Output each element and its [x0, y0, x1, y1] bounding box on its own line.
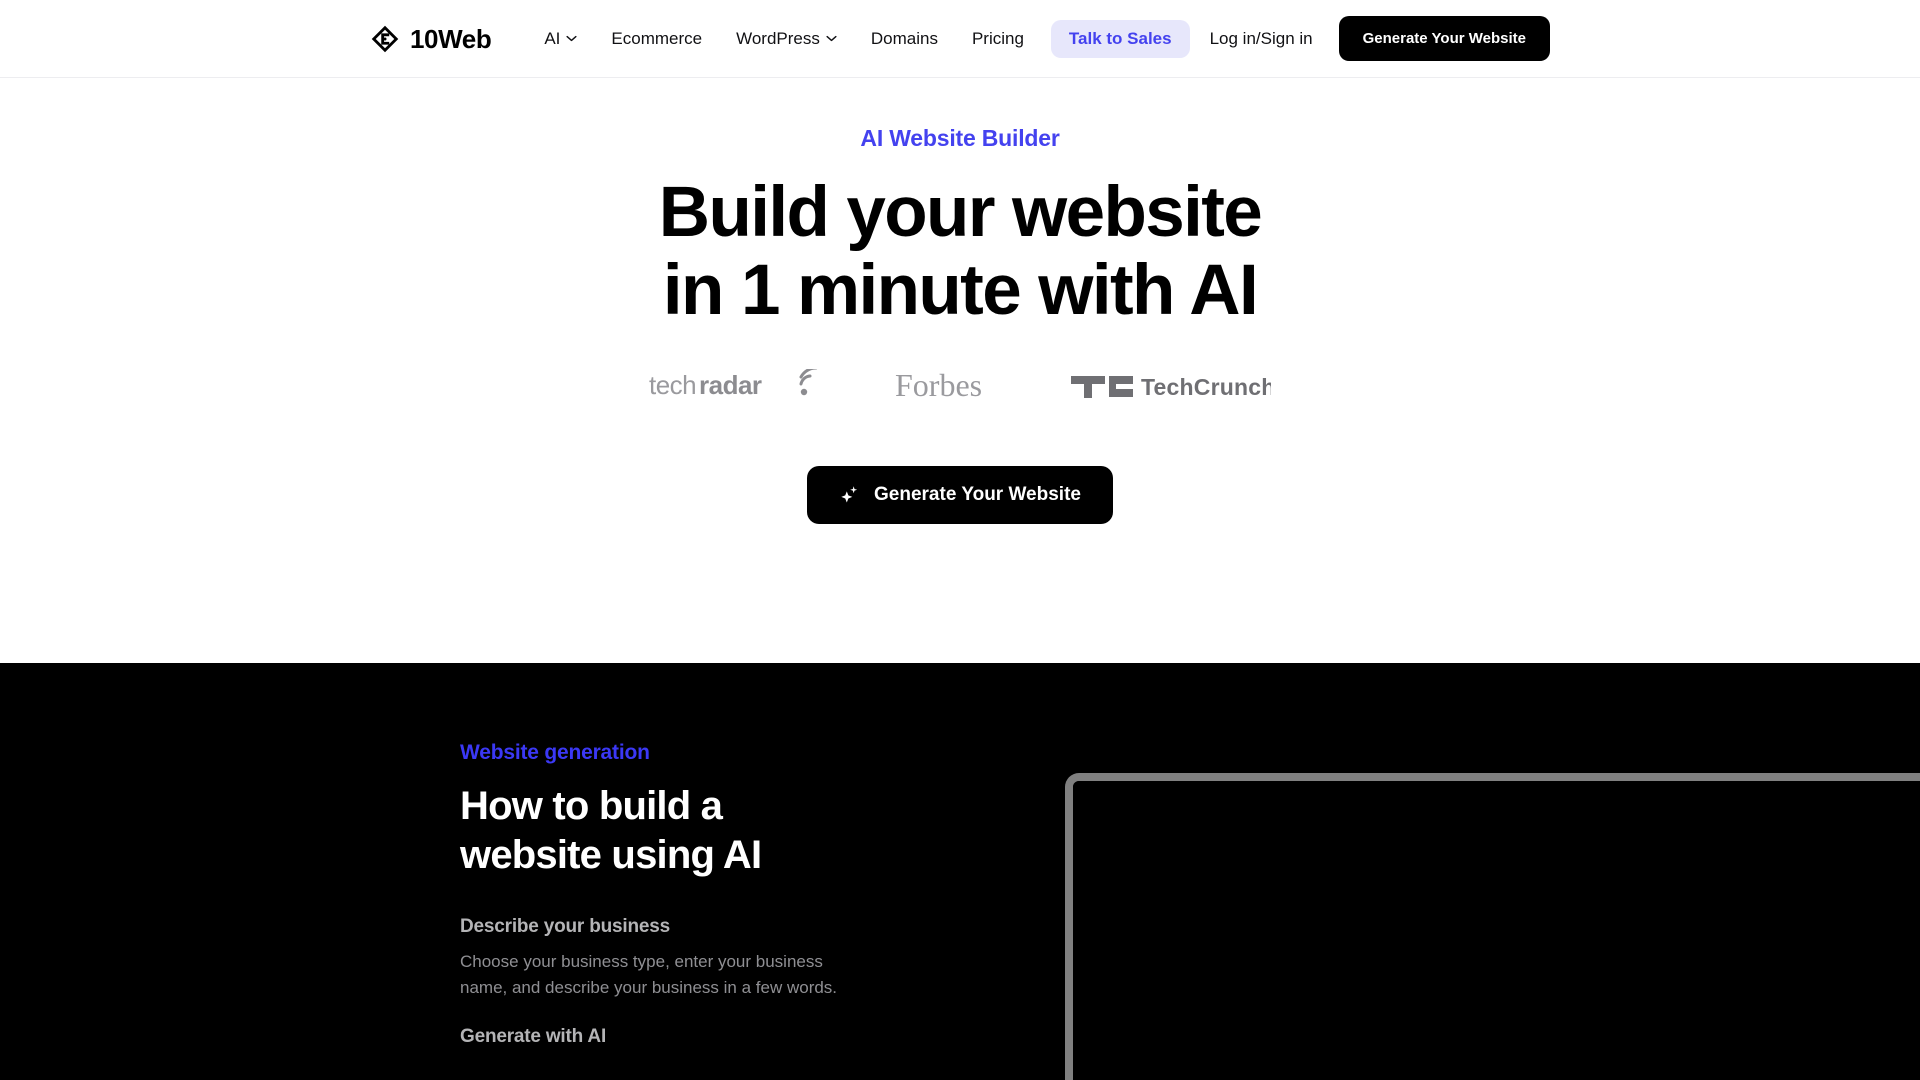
forbes-logo-icon: Forbes — [895, 368, 982, 403]
nav-item-label: Ecommerce — [611, 28, 703, 48]
step-title: Generate with AI — [460, 1026, 607, 1048]
hero-section: AI Website Builder Build your website in… — [0, 78, 1920, 663]
hero-title-line-1: Build your website — [658, 173, 1263, 252]
hero-title-line-2: in 1 minute with AI — [662, 251, 1259, 331]
svg-text:Forbes: Forbes — [895, 368, 982, 403]
nav-item-ecommerce[interactable]: Ecommerce — [594, 20, 719, 58]
step-title: Describe your business — [460, 916, 670, 938]
section-copy: Website generation How to build a websit… — [0, 663, 1060, 1048]
hero-generate-website-button[interactable]: Generate Your Website — [807, 466, 1113, 525]
nav-item-label: WordPress — [736, 28, 820, 48]
diamond-logo-icon — [371, 25, 399, 52]
hero-cta-label: Generate Your Website — [874, 484, 1081, 506]
nav-item-pricing[interactable]: Pricing — [955, 20, 1041, 58]
techradar-logo-icon: tech radar — [649, 369, 818, 400]
nav-item-label: AI — [544, 28, 561, 48]
svg-text:tech: tech — [649, 370, 696, 400]
nav-item-ai[interactable]: AI — [527, 20, 594, 58]
chevron-down-icon — [566, 35, 577, 42]
main-nav: AI Ecommerce WordPress Domains Pricing T… — [527, 19, 1190, 58]
step-item[interactable]: Generate with AI — [460, 1026, 1060, 1048]
step-description: Choose your business type, enter your bu… — [460, 952, 838, 997]
sparkle-icon — [841, 486, 858, 503]
header-generate-website-button[interactable]: Generate Your Website — [1338, 16, 1550, 61]
techcrunch-logo-icon: TechCrunch — [1071, 374, 1271, 400]
header-actions: Log in/Sign in Generate Your Website — [1210, 16, 1550, 61]
brand-logo-link[interactable]: 10Web — [370, 23, 492, 54]
demo-video-panel[interactable] — [1065, 773, 1920, 1080]
nav-item-label: Pricing — [971, 28, 1024, 48]
demo-video-screen — [1073, 781, 1920, 1080]
svg-text:TechCrunch: TechCrunch — [1141, 374, 1271, 400]
talk-to-sales-button[interactable]: Talk to Sales — [1050, 19, 1190, 58]
talk-to-sales-label: Talk to Sales — [1068, 28, 1172, 48]
section-title-line-2: website using AI — [460, 833, 762, 878]
svg-text:radar: radar — [699, 370, 762, 400]
hero-title: Build your website in 1 minute with AI — [658, 173, 1263, 331]
press-logos: tech radar Forbes TechCrunch — [649, 368, 1271, 404]
site-header: 10Web AI Ecommerce WordPress Domains Pri… — [0, 0, 1920, 78]
section-eyebrow: Website generation — [460, 741, 650, 764]
header-inner: 10Web AI Ecommerce WordPress Domains Pri… — [0, 16, 1920, 61]
nav-item-wordpress[interactable]: WordPress — [719, 20, 854, 58]
login-signin-link[interactable]: Log in/Sign in — [1210, 29, 1313, 49]
steps-list: Describe your business Choose your busin… — [460, 916, 1060, 1048]
section-title-line-1: How to build a — [460, 784, 723, 828]
hero-eyebrow: AI Website Builder — [860, 125, 1060, 151]
brand-name: 10Web — [410, 23, 492, 54]
chevron-down-icon — [826, 35, 837, 42]
nav-item-label: Domains — [870, 28, 938, 48]
step-item[interactable]: Describe your business Choose your busin… — [460, 916, 1060, 1000]
website-generation-section: Website generation How to build a websit… — [0, 663, 1920, 1080]
section-title: How to build a website using AI — [460, 782, 1060, 880]
nav-item-domains[interactable]: Domains — [854, 20, 955, 58]
